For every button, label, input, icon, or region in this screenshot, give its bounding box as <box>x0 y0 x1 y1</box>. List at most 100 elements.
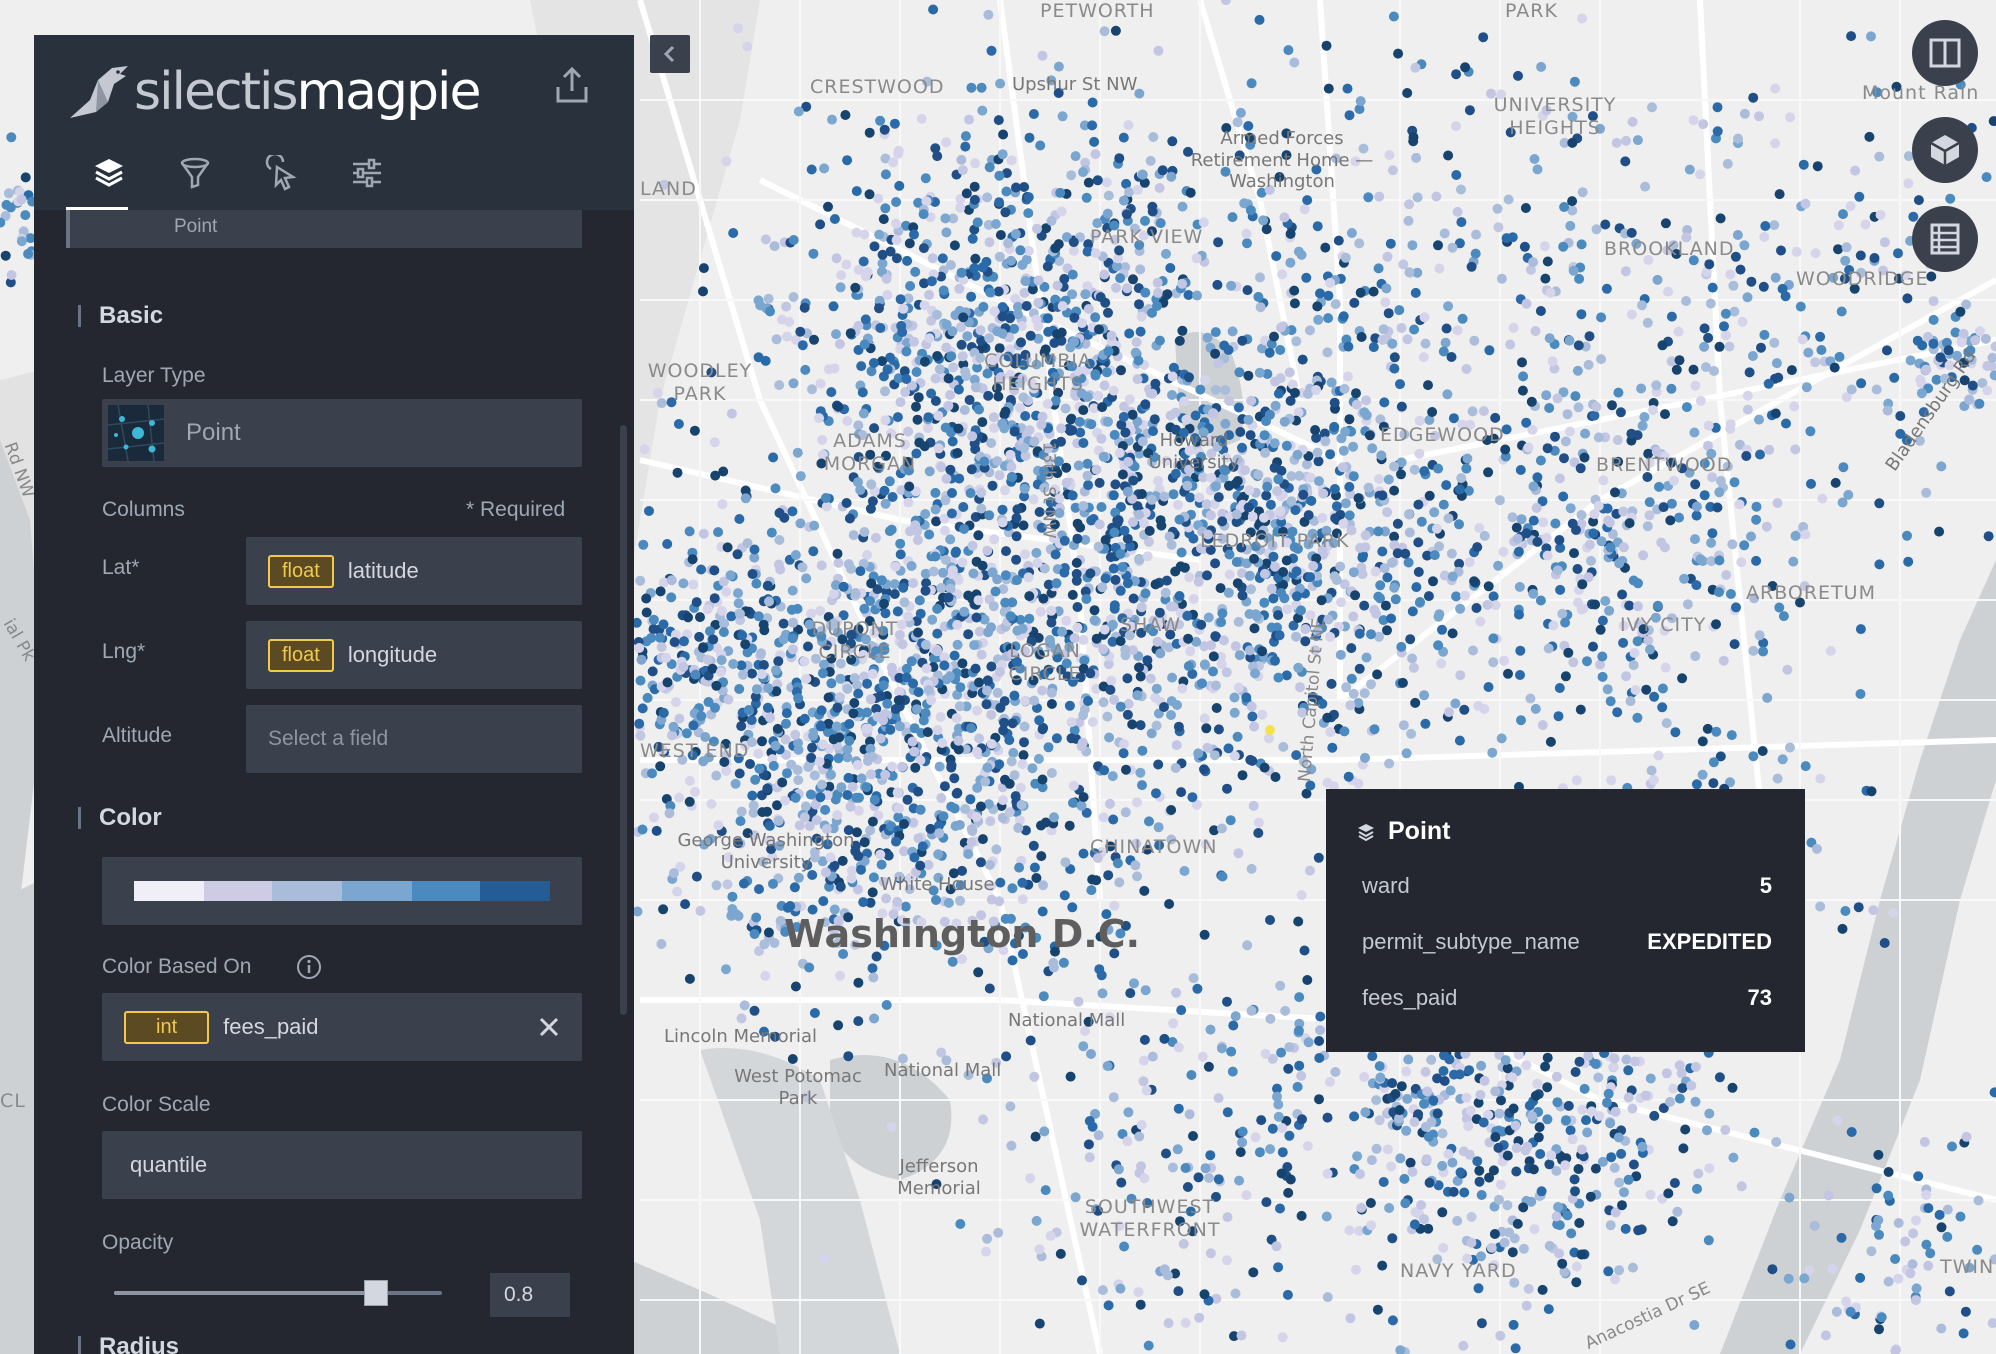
map-point <box>1603 1266 1614 1277</box>
map-point <box>1369 724 1380 735</box>
map-point <box>1479 1075 1490 1086</box>
map-point <box>1652 600 1663 611</box>
map-point <box>1629 648 1640 658</box>
map-point <box>1032 223 1042 234</box>
map-point <box>635 675 646 686</box>
map-point <box>1115 636 1126 647</box>
map-point <box>1251 611 1262 622</box>
map-point <box>1346 643 1357 654</box>
map-point <box>1392 518 1403 529</box>
map-point <box>1035 606 1046 617</box>
map-point <box>1060 403 1071 414</box>
map-point <box>961 188 972 199</box>
map-point <box>1663 286 1674 297</box>
map-point <box>1712 502 1723 513</box>
map-point <box>639 444 650 455</box>
map-point <box>1514 609 1524 620</box>
map-point <box>1373 591 1384 602</box>
map-point <box>1216 617 1227 628</box>
map-point <box>1199 659 1210 670</box>
map-point <box>1536 61 1547 72</box>
map-point <box>749 929 760 939</box>
map-point <box>1666 311 1677 322</box>
map-point <box>1283 1187 1294 1198</box>
map-point <box>972 746 982 757</box>
map-point <box>809 520 820 531</box>
map-point <box>1436 658 1447 669</box>
map-point <box>1351 1264 1361 1275</box>
map-point <box>1040 1185 1051 1196</box>
map-point <box>931 895 941 905</box>
map-point <box>1888 908 1899 919</box>
map-point <box>1534 1122 1545 1133</box>
map-point <box>972 705 982 716</box>
map-point <box>1800 761 1811 772</box>
map-point <box>647 666 658 677</box>
map-point <box>1786 365 1797 376</box>
map-point <box>1494 1194 1504 1205</box>
map-point <box>1017 759 1028 770</box>
map-point <box>1360 1107 1371 1118</box>
map-point <box>738 669 748 680</box>
map-point <box>1640 181 1651 192</box>
map-point <box>748 807 759 818</box>
map-point <box>989 306 1000 317</box>
map-point <box>1438 1242 1449 1253</box>
map-point <box>1273 1262 1284 1273</box>
map-point <box>765 306 775 317</box>
map-point <box>1046 687 1057 698</box>
map-point <box>814 756 825 767</box>
map-point <box>827 114 837 125</box>
map-point <box>1343 771 1354 782</box>
map-point <box>654 632 665 643</box>
map-point <box>1115 548 1126 559</box>
map-point <box>1138 1055 1149 1066</box>
map-point <box>1354 628 1365 639</box>
map-point <box>1233 402 1244 413</box>
map-point <box>933 410 944 421</box>
map-point <box>1140 588 1151 599</box>
map-point <box>1846 384 1857 395</box>
map-point <box>1945 193 1956 204</box>
map-point <box>1681 402 1692 413</box>
map-point <box>1025 1173 1036 1184</box>
map-point <box>816 705 827 716</box>
map-point <box>722 542 733 553</box>
map-point <box>688 720 699 731</box>
map-point <box>1077 737 1088 748</box>
map-point <box>1496 273 1507 284</box>
map-point <box>1495 1179 1506 1190</box>
map-point <box>1277 269 1288 280</box>
map-point <box>1382 1144 1393 1155</box>
map-point <box>1448 1186 1459 1197</box>
map-point <box>1091 464 1102 475</box>
map-point <box>1046 699 1057 709</box>
map-point <box>1248 1267 1259 1278</box>
map-point <box>1248 800 1259 811</box>
map-point <box>1148 132 1159 142</box>
map-point <box>1739 240 1750 251</box>
map-point <box>1072 602 1083 612</box>
map-point <box>891 836 901 847</box>
map-point <box>1540 273 1551 284</box>
map-point <box>1029 1071 1040 1082</box>
map-point <box>873 193 884 204</box>
map-point <box>1879 938 1890 948</box>
map-point <box>1367 1051 1378 1062</box>
map-point <box>1389 531 1400 542</box>
map-point <box>1113 515 1124 526</box>
map-point <box>1080 289 1091 300</box>
map-point <box>982 685 992 696</box>
map-point <box>1387 1233 1398 1244</box>
map-point <box>843 772 854 783</box>
map-point <box>1316 595 1327 606</box>
map-point <box>769 938 780 948</box>
map-point <box>1401 1066 1412 1077</box>
map-point <box>1557 608 1568 619</box>
map-point <box>1457 313 1468 324</box>
map-point <box>1452 1215 1463 1226</box>
map-point <box>1577 1104 1588 1115</box>
map-point <box>1668 475 1679 486</box>
map-point <box>1137 169 1148 180</box>
map-point <box>1143 1340 1154 1351</box>
